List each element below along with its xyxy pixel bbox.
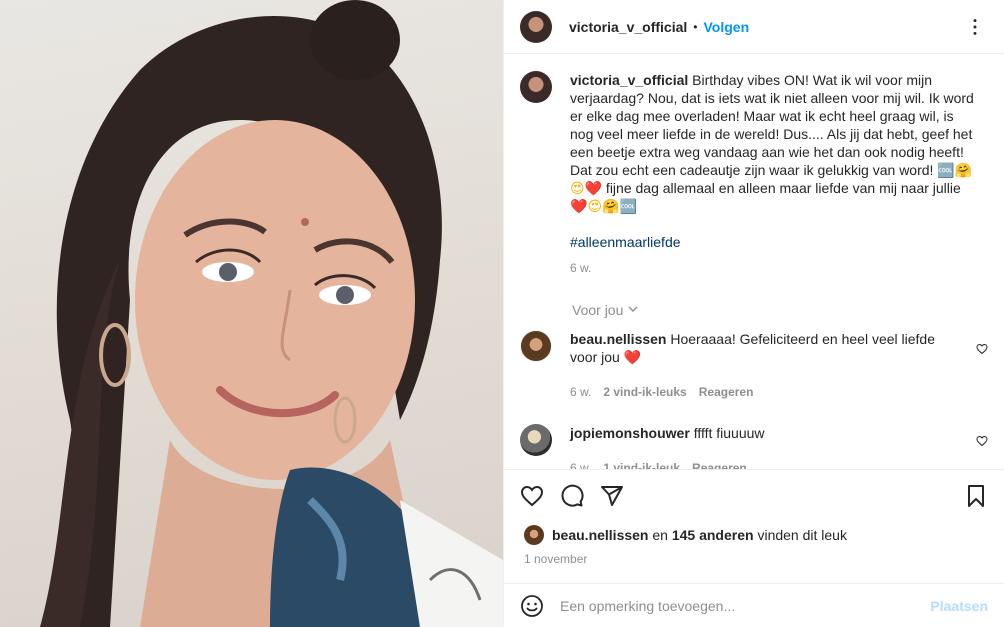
caption-hashtag-link[interactable]: #alleenmaarliefde [570,233,681,251]
likes-suffix: vinden dit leuk [757,527,847,543]
caption-emoji: 😍 [587,198,603,214]
post-detail-panel: victoria_v_official • Volgen victoria_v_… [503,0,1004,627]
caption: victoria_v_official Birthday vibes ON! W… [520,71,988,277]
caption-emoji: ❤️ [570,198,588,214]
caption-body: victoria_v_official Birthday vibes ON! W… [570,71,975,277]
separator-dot: • [693,19,698,34]
comment-likes-count[interactable]: 1 vind-ik-leuk [603,459,680,469]
post-date: 1 november [524,552,588,566]
comment-username[interactable]: jopiemonshouwer [570,425,690,441]
likes-and: en [652,527,668,543]
comment-bubble-icon[interactable] [560,484,584,508]
author-avatar[interactable] [520,10,552,43]
sort-label: Voor jou [572,302,624,318]
comment-item: jopiemonshouwer fffft fiuuuuw 6 w. 1 vin… [520,424,988,469]
liker-avatar[interactable] [524,525,544,545]
save-bookmark-icon[interactable] [964,484,988,508]
comment-username[interactable]: beau.nellissen [570,331,666,347]
comment-like-heart-icon[interactable] [976,434,988,450]
instagram-post: victoria_v_official • Volgen victoria_v_… [0,0,1004,627]
add-comment-bar: Plaatsen [504,583,1004,627]
emoji-smiley-icon[interactable] [520,594,544,618]
more-options-icon[interactable] [964,16,986,41]
caption-text-2: fijne dag allemaal en alleen maar liefde… [602,180,961,196]
comment-likes-count[interactable]: 2 vind-ik-leuks [603,383,686,401]
follow-button[interactable]: Volgen [703,19,749,35]
comment-meta: 6 w. 1 vind-ik-leuk Reageren [570,459,965,469]
share-paper-plane-icon[interactable] [600,484,624,508]
comment-sort-dropdown[interactable]: Voor jou [572,302,988,318]
post-comment-button[interactable]: Plaatsen [930,598,988,614]
commenter-avatar[interactable] [520,330,552,362]
comment-item: beau.nellissen Hoeraaaa! Gefeliciteerd e… [520,330,988,401]
post-photo[interactable] [0,0,503,627]
caption-avatar[interactable] [520,71,552,103]
comment-body: beau.nellissen Hoeraaaa! Gefeliciteerd e… [570,330,965,401]
reply-button[interactable]: Reageren [699,383,754,401]
caption-emoji: 🤗 [954,162,973,178]
comment-input[interactable] [560,597,931,614]
selfie-illustration [40,0,503,627]
chevron-down-icon [627,302,639,318]
caption-username[interactable]: victoria_v_official [570,72,688,88]
likes-summary[interactable]: beau.nellissen en 145 anderen vinden dit… [524,525,847,545]
caption-emoji: ❤️ [584,180,603,196]
caption-emoji: 🤗 [602,198,620,214]
post-actions-bar [504,469,1004,521]
post-header: victoria_v_official • Volgen [504,0,1004,54]
comment-emoji: ❤️ [623,349,642,365]
caption-emoji: 😍 [570,180,585,196]
caption-time: 6 w. [570,261,592,275]
comment-text: fffft fiuuuuw [693,425,765,441]
commenter-avatar[interactable] [520,424,552,456]
like-heart-icon[interactable] [520,484,544,508]
caption-emoji: 🆒 [619,198,637,214]
comment-like-heart-icon[interactable] [976,342,988,358]
comment-meta: 6 w. 2 vind-ik-leuks Reageren [570,383,965,401]
reply-button[interactable]: Reageren [692,459,747,469]
comment-body: jopiemonshouwer fffft fiuuuuw 6 w. 1 vin… [570,424,965,469]
comment-time: 6 w. [570,461,592,469]
caption-emoji: 🆒 [937,162,955,178]
author-username[interactable]: victoria_v_official [569,19,687,35]
comment-time: 6 w. [570,385,592,399]
likes-others-link[interactable]: 145 anderen [672,527,754,543]
comments-section[interactable]: victoria_v_official Birthday vibes ON! W… [504,55,1004,469]
liker-username[interactable]: beau.nellissen [552,527,648,543]
likes-text: beau.nellissen en 145 anderen vinden dit… [552,527,847,543]
